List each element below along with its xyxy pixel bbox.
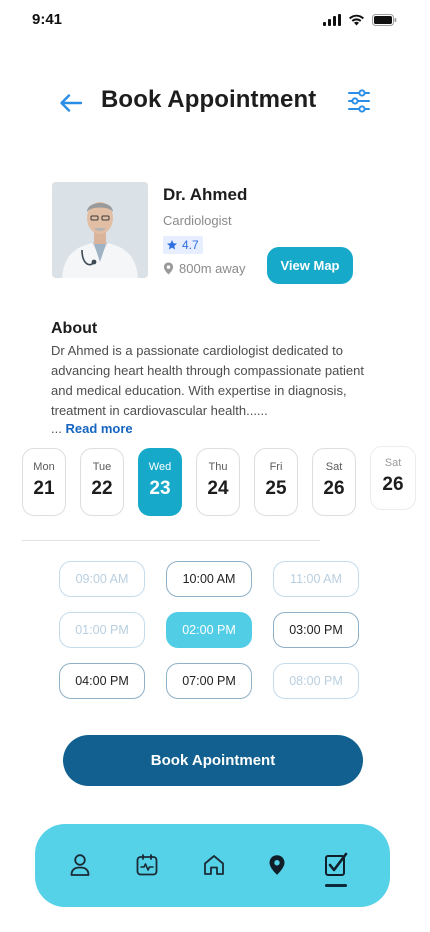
date-card[interactable]: Sat 26 [312,448,356,516]
time-slot[interactable]: 04:00 PM [59,663,145,699]
nav-tasks[interactable] [323,852,349,878]
status-icons [323,13,397,31]
date-card[interactable]: Mon 21 [22,448,66,516]
nav-location[interactable] [264,852,290,878]
read-more-row: ... Read more [51,421,133,436]
back-button[interactable] [58,90,84,116]
wifi-icon [348,13,365,31]
time-slot[interactable]: 08:00 PM [273,663,359,699]
date-number: 26 [323,478,345,499]
battery-icon [372,13,397,31]
location-pin-icon [269,855,285,875]
time-slot-selected[interactable]: 02:00 PM [166,612,252,648]
date-number: 25 [265,478,287,499]
time-slot[interactable]: 07:00 PM [166,663,252,699]
star-icon [167,240,177,250]
divider [22,540,320,541]
date-number: 21 [33,478,55,499]
date-number: 23 [149,478,171,499]
ellipsis-text: ... [51,421,62,436]
time-slot[interactable]: 03:00 PM [273,612,359,648]
nav-profile[interactable] [67,852,93,878]
location-pin-icon [163,262,174,275]
time-slot[interactable]: 10:00 AM [166,561,252,597]
signal-icon [323,13,341,31]
date-card[interactable]: Thu 24 [196,448,240,516]
home-icon [204,855,224,875]
view-map-button[interactable]: View Map [267,247,353,284]
checklist-icon [325,852,348,876]
about-text: Dr Ahmed is a passionate cardiologist de… [51,343,364,418]
distance: 800m away [163,261,245,276]
date-day: Sat [384,457,402,469]
date-day: Wed [148,461,172,473]
date-day: Fri [269,461,283,473]
date-day: Sat [325,461,343,473]
arrow-left-icon [60,94,83,112]
date-number: 24 [207,478,229,499]
doctor-photo [52,182,148,278]
nav-calendar[interactable] [134,852,160,878]
date-card[interactable]: Fri 25 [254,448,298,516]
active-tab-indicator [325,884,347,887]
page-title: Book Appointment [101,86,317,113]
rating-badge: 4.7 [163,236,203,254]
user-icon [70,854,90,876]
nav-home[interactable] [201,852,227,878]
sliders-icon [348,89,370,113]
date-number: 26 [382,474,404,495]
about-title: About [51,320,98,337]
status-time: 9:41 [32,11,63,28]
date-day: Tue [92,461,112,473]
date-number: 22 [91,478,113,499]
time-slot[interactable]: 01:00 PM [59,612,145,648]
rating-value: 4.7 [182,238,199,252]
date-card-selected[interactable]: Wed 23 [138,448,182,516]
date-day: Mon [33,461,55,473]
doctor-name: Dr. Ahmed [163,185,248,204]
date-card[interactable]: Tue 22 [80,448,124,516]
date-card[interactable]: Sat 26 [370,446,416,510]
filter-button[interactable] [346,88,372,114]
calendar-icon [136,854,158,876]
book-appointment-button[interactable]: Book Apointment [63,735,363,786]
doctor-specialty: Cardiologist [163,213,232,228]
time-slot[interactable]: 11:00 AM [273,561,359,597]
date-day: Thu [208,461,228,473]
distance-text: 800m away [179,261,246,276]
time-slot[interactable]: 09:00 AM [59,561,145,597]
read-more-link[interactable]: Read more [65,421,132,436]
